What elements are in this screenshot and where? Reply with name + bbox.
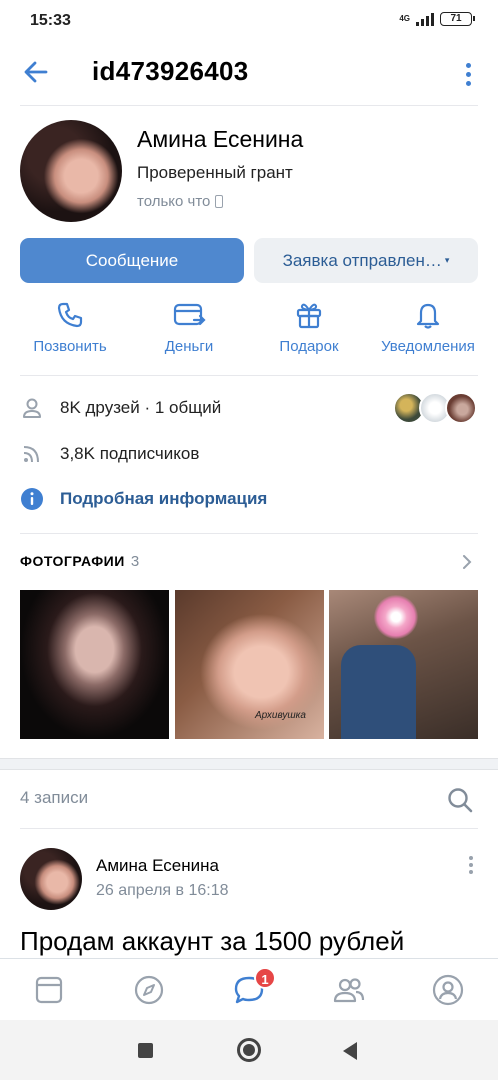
chevron-down-icon: ▾: [444, 255, 450, 265]
friends-count: 8K друзей · 1 общий: [60, 398, 222, 417]
photo-watermark: Архивушка: [255, 710, 306, 721]
profile-avatar[interactable]: [20, 120, 122, 222]
network-type: 4G: [399, 14, 410, 23]
chevron-right-icon[interactable]: [460, 555, 474, 569]
call-label: Позвонить: [33, 338, 107, 355]
call-action[interactable]: Позвонить: [8, 300, 132, 355]
signal-icon: [416, 12, 434, 26]
money-label: Деньги: [164, 338, 214, 355]
mutual-friends-avatars[interactable]: [393, 392, 479, 424]
subscribers-row[interactable]: 3,8K подписчиков: [20, 442, 199, 466]
divider: [20, 375, 478, 376]
recent-apps-icon[interactable]: [138, 1043, 153, 1058]
phone-icon: [57, 302, 83, 328]
messages-badge: 1: [254, 967, 276, 989]
message-button[interactable]: Сообщение: [20, 238, 244, 283]
person-icon: [23, 398, 41, 418]
post-date: 26 апреля в 16:18: [96, 882, 229, 899]
posts-count: 4 записи: [20, 788, 89, 807]
system-back-icon[interactable]: [343, 1042, 357, 1060]
photos-header[interactable]: ФОТОГРАФИИ 3: [20, 553, 140, 570]
bell-icon: [416, 303, 440, 329]
post-more-icon[interactable]: [466, 856, 476, 880]
status-time: 15:33: [30, 12, 71, 29]
mobile-device-icon: [215, 195, 224, 208]
divider: [20, 828, 478, 829]
photos-title: ФОТОГРАФИИ: [20, 553, 125, 569]
messages-tab[interactable]: 1: [232, 967, 276, 1007]
profile-tab-icon[interactable]: [431, 973, 465, 1007]
friends-row[interactable]: 8K друзей · 1 общий: [20, 396, 221, 420]
friend-request-label: Заявка отправлен…: [282, 250, 442, 270]
profile-name: Амина Есенина: [137, 126, 304, 152]
divider: [20, 533, 478, 534]
top-app-bar: id473926403: [0, 44, 498, 104]
back-arrow-icon[interactable]: [22, 58, 50, 86]
flower-sticker: [374, 595, 418, 639]
battery-icon: 71: [440, 12, 475, 26]
friend-avatar: [445, 392, 477, 424]
divider: [20, 105, 478, 106]
friends-tab-icon[interactable]: [332, 973, 366, 1007]
details-link[interactable]: Подробная информация: [20, 487, 267, 511]
search-icon[interactable]: [446, 786, 474, 814]
discover-tab-icon[interactable]: [132, 973, 166, 1007]
photos-count: 3: [130, 553, 140, 570]
status-indicators: 4G 71: [399, 12, 475, 26]
money-action[interactable]: Деньги: [127, 300, 251, 355]
system-navigation-bar: [0, 1020, 498, 1080]
gift-icon: [296, 303, 322, 329]
gift-label: Подарок: [279, 338, 339, 355]
status-bar: 15:33 4G 71: [0, 0, 498, 44]
bottom-tab-bar: 1: [0, 958, 498, 1020]
notifications-action[interactable]: Уведомления: [366, 300, 490, 355]
news-tab-icon[interactable]: [32, 973, 66, 1007]
photo-thumbnail[interactable]: [329, 590, 478, 739]
section-separator: [0, 758, 498, 770]
notifications-label: Уведомления: [381, 338, 475, 355]
info-icon: [21, 488, 43, 510]
subscribers-count: 3,8K подписчиков: [60, 444, 200, 463]
money-transfer-icon: [173, 303, 206, 326]
post-author[interactable]: Амина Есенина: [96, 856, 219, 876]
profile-status: Проверенный грант: [137, 163, 293, 182]
photo-thumbnail[interactable]: Архивушка: [175, 590, 324, 739]
more-options-icon[interactable]: [458, 60, 478, 88]
rss-icon: [23, 446, 39, 463]
post-author-avatar[interactable]: [20, 848, 82, 910]
page-title: id473926403: [92, 56, 249, 86]
online-status: только что: [137, 193, 224, 210]
photo-thumbnail[interactable]: [20, 590, 169, 739]
details-label: Подробная информация: [60, 489, 268, 508]
online-label: только что: [137, 193, 211, 210]
gift-action[interactable]: Подарок: [247, 300, 371, 355]
post-text: Продам аккаунт за 1500 рублей: [20, 926, 405, 956]
home-icon[interactable]: [237, 1038, 261, 1062]
friend-request-button[interactable]: Заявка отправлен… ▾: [254, 238, 478, 283]
